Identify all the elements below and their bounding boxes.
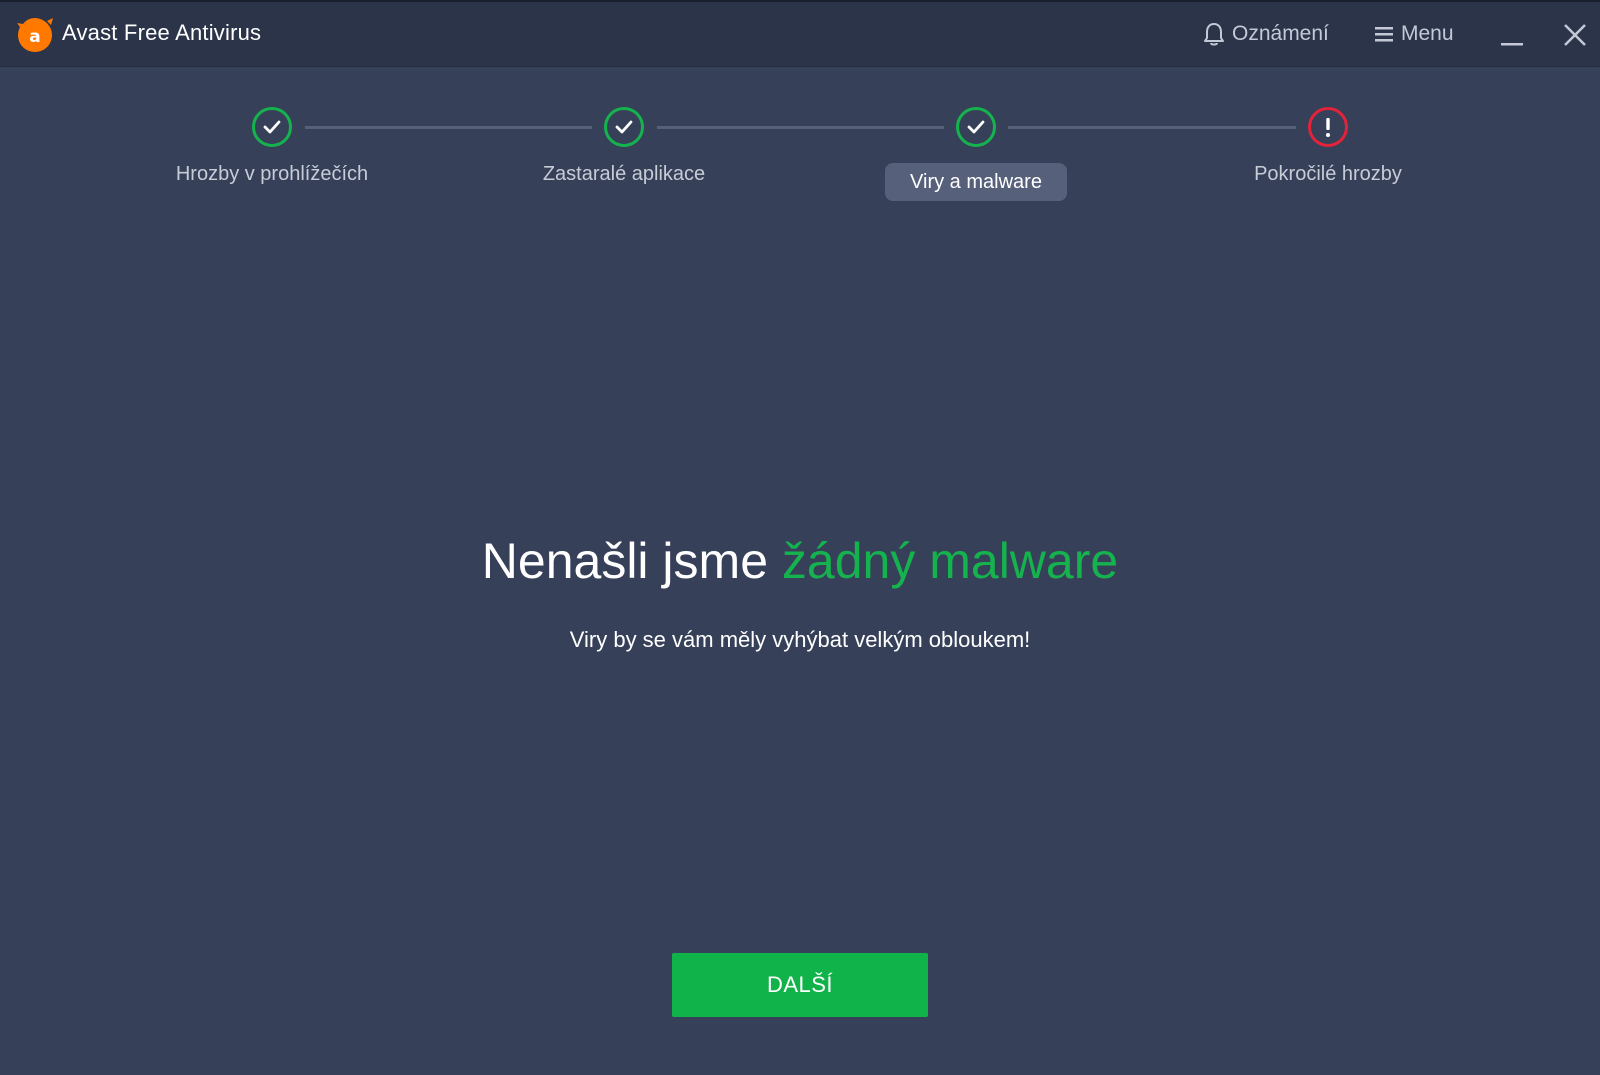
menu-button[interactable]: Menu	[1374, 16, 1454, 52]
result-headline: Nenašli jsme žádný malware	[0, 532, 1600, 590]
menu-label: Menu	[1401, 22, 1454, 45]
notifications-button[interactable]: Oznámení	[1203, 16, 1329, 52]
minimize-icon[interactable]	[1500, 22, 1524, 46]
avast-window: a Avast Free Antivirus Oznámení Menu Hro…	[0, 0, 1600, 1075]
check-icon	[263, 120, 281, 134]
title-bar: a Avast Free Antivirus Oznámení Menu	[0, 0, 1600, 67]
step-1-status	[252, 107, 292, 147]
headline-accent: žádný malware	[781, 533, 1119, 589]
step-4-label[interactable]: Pokročilé hrozby	[1198, 163, 1458, 186]
step-2-label[interactable]: Zastaralé aplikace	[494, 163, 754, 186]
result-subline: Viry by se vám měly vyhýbat velkým oblou…	[569, 627, 1031, 652]
check-icon	[615, 120, 633, 134]
svg-text:a: a	[29, 27, 40, 47]
close-icon[interactable]	[1562, 22, 1588, 48]
step-connector	[657, 126, 944, 129]
bell-icon	[1204, 23, 1224, 46]
avast-logo-icon: a	[17, 18, 53, 52]
app-title: Avast Free Antivirus	[62, 20, 262, 45]
step-connector	[1008, 126, 1296, 129]
next-button[interactable]: DALŠÍ	[672, 953, 928, 1017]
step-4-status	[1308, 107, 1348, 147]
step-connector	[305, 126, 592, 129]
check-icon	[967, 120, 985, 134]
notifications-label: Oznámení	[1232, 22, 1329, 45]
exclamation-icon	[1326, 118, 1330, 137]
step-1-label[interactable]: Hrozby v prohlížečích	[142, 163, 402, 186]
step-3-label[interactable]: Viry a malware	[885, 163, 1067, 201]
headline-prefix: Nenašli jsme	[481, 533, 769, 589]
hamburger-icon	[1375, 27, 1393, 42]
scan-progress-stepper: Hrozby v prohlížečích Zastaralé aplikace…	[0, 67, 1600, 227]
step-3-status	[956, 107, 996, 147]
step-2-status	[604, 107, 644, 147]
